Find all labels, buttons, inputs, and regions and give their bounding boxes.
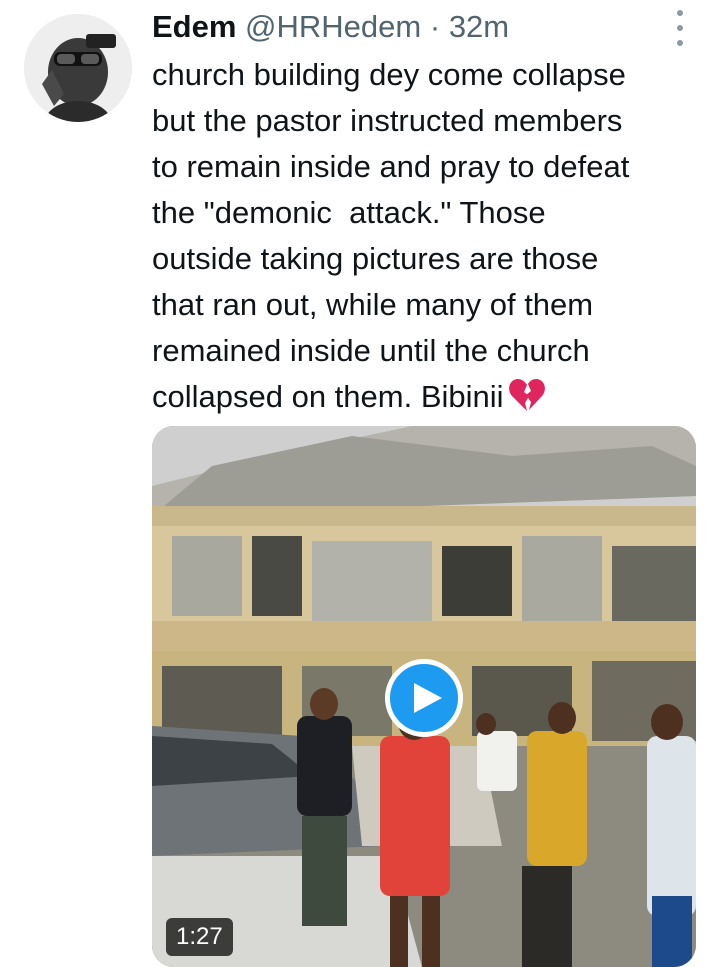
tweet-text-line: that ran out, while many of them	[152, 287, 594, 322]
separator-dot: ·	[429, 9, 441, 44]
avatar-image	[24, 14, 132, 122]
author-name[interactable]: Edem	[152, 9, 236, 44]
timestamp[interactable]: 32m	[449, 9, 509, 44]
tweet-text-line: outside taking pictures are those	[152, 241, 599, 276]
play-icon	[414, 683, 442, 713]
tweet-text-line-last: collapsed on them. Bibinii	[152, 374, 702, 420]
tweet-text-last-words: collapsed on them. Bibinii	[152, 379, 504, 414]
tweet-text-line: to remain inside and pray to defeat	[152, 149, 630, 184]
author-handle[interactable]: @HRHedem	[245, 9, 421, 44]
broken-heart-icon	[508, 377, 546, 413]
tweet-text-line: church building dey come collapse	[152, 57, 626, 92]
tweet: Edem @HRHedem · 32m church building dey …	[0, 0, 720, 967]
avatar[interactable]	[24, 14, 132, 122]
tweet-text-line: remained inside until the church	[152, 333, 590, 368]
tweet-text: church building dey come collapse but th…	[152, 52, 702, 420]
video-duration-badge: 1:27	[166, 918, 233, 956]
play-button[interactable]	[385, 659, 463, 737]
video-player[interactable]: 1:27	[152, 426, 696, 967]
tweet-text-line: but the pastor instructed members	[152, 103, 623, 138]
tweet-header: Edem @HRHedem · 32m	[152, 8, 672, 48]
more-options-icon[interactable]	[670, 10, 690, 46]
tweet-text-line: the "demonic attack." Those	[152, 195, 546, 230]
